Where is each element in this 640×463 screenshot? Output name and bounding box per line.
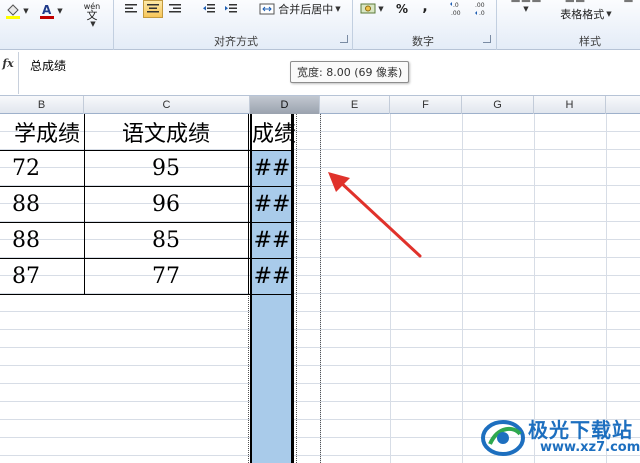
watermark: 极光下载站 www.xz7.com <box>480 408 640 463</box>
chevron-down-icon: ▼ <box>335 5 341 13</box>
gridline <box>390 114 391 463</box>
increase-decimal-icon: .0.00 <box>450 2 461 17</box>
ribbon: ▼ A ▼ wén 文 ▼ 合并后居中 ▼ 对齐方式 ▼ % , .0 .00 … <box>0 0 640 50</box>
column-header-g[interactable]: G <box>462 96 534 114</box>
percent-button[interactable]: % <box>393 0 411 18</box>
phonetic-button[interactable]: wén 文 <box>78 0 106 22</box>
svg-text:.00: .00 <box>451 10 461 17</box>
chevron-down-icon: ▼ <box>523 5 529 13</box>
cell-b5[interactable]: 87 <box>0 259 40 294</box>
cell-b3[interactable]: 88 <box>0 187 40 222</box>
header-cell-c[interactable]: 语文成绩 <box>84 114 248 150</box>
font-color-button[interactable]: A ▼ <box>36 2 66 20</box>
table-format-label: 表格格式 <box>560 8 605 21</box>
copy-marquee <box>320 114 321 463</box>
paint-bucket-icon <box>6 4 21 19</box>
alignment-dialog-launcher[interactable] <box>340 35 348 43</box>
group-separator <box>352 0 353 50</box>
group-separator <box>496 0 497 50</box>
copy-marquee <box>296 114 297 463</box>
column-header-b[interactable]: B <box>0 96 84 114</box>
column-header-c[interactable]: C <box>84 96 250 114</box>
merge-cells-icon <box>259 3 275 15</box>
font-color-icon: A <box>40 3 55 19</box>
number-dialog-launcher[interactable] <box>483 35 491 43</box>
merge-center-label: 合并后居中 <box>278 3 334 16</box>
align-center-icon <box>147 4 159 13</box>
chevron-down-icon: ▼ <box>57 7 63 15</box>
conditional-format-dropdown[interactable]: ▼ <box>519 4 531 14</box>
align-center-button[interactable] <box>143 0 163 18</box>
decrease-indent-button[interactable] <box>200 0 218 18</box>
increase-indent-icon <box>225 4 237 13</box>
group-separator <box>113 0 114 50</box>
header-cell-b[interactable]: 学成绩 <box>0 114 80 150</box>
number-group-label: 数字 <box>412 35 434 48</box>
phonetic-char: 文 <box>86 9 98 22</box>
currency-icon <box>360 3 376 14</box>
cell-d2[interactable]: ## <box>252 151 292 185</box>
align-left-button[interactable] <box>122 0 140 18</box>
table-format-button[interactable]: 表格格式 ▼ <box>551 6 621 22</box>
chevron-down-icon: ▼ <box>606 10 612 18</box>
table-border <box>248 114 249 294</box>
watermark-url: www.xz7.com <box>540 440 640 455</box>
svg-text:A: A <box>42 3 52 17</box>
accounting-format-button[interactable]: ▼ <box>360 0 384 18</box>
watermark-text: 极光下载站 <box>528 418 633 442</box>
cell-d3[interactable]: ## <box>252 187 292 221</box>
table-border <box>0 294 294 295</box>
column-header-d[interactable]: D <box>250 96 320 114</box>
cell-c5[interactable]: 77 <box>84 259 248 294</box>
merge-center-button[interactable]: 合并后居中 ▼ <box>252 0 348 18</box>
watermark-logo-icon <box>481 420 525 456</box>
svg-text:.00: .00 <box>475 2 485 9</box>
cell-styles-button[interactable]: ▬ <box>617 0 640 6</box>
column-headers: B C D E F G H <box>0 96 640 114</box>
align-left-icon <box>125 4 137 13</box>
decrease-indent-icon <box>203 4 215 13</box>
cell-d4[interactable]: ## <box>252 223 292 257</box>
phonetic-dropdown[interactable]: ▼ <box>86 20 98 28</box>
cell-d5[interactable]: ## <box>252 259 292 293</box>
formula-input[interactable]: 总成绩 <box>30 57 66 74</box>
increase-indent-button[interactable] <box>222 0 240 18</box>
cell-c2[interactable]: 95 <box>84 151 248 186</box>
gridline <box>462 114 463 463</box>
increase-decimal-button[interactable]: .0.00 <box>448 0 468 18</box>
chevron-down-icon: ▼ <box>90 20 96 28</box>
decrease-decimal-icon: .00.0 <box>475 2 485 17</box>
svg-text:.0: .0 <box>453 2 459 9</box>
column-header-h[interactable]: H <box>534 96 606 114</box>
formula-divider <box>18 52 19 94</box>
comma-button[interactable]: , <box>418 0 432 16</box>
function-icon[interactable]: fx <box>0 54 16 72</box>
align-right-icon <box>169 4 181 13</box>
cell-b4[interactable]: 88 <box>0 223 40 258</box>
cell-c3[interactable]: 96 <box>84 187 248 222</box>
column-header-e[interactable]: E <box>320 96 390 114</box>
chevron-down-icon: ▼ <box>23 7 29 15</box>
cell-c4[interactable]: 85 <box>84 223 248 258</box>
column-header-next[interactable] <box>606 96 640 114</box>
cell-b2[interactable]: 72 <box>0 151 40 186</box>
align-right-button[interactable] <box>166 0 184 18</box>
styles-group-label: 样式 <box>579 35 601 48</box>
formula-bar: fx 总成绩 宽度: 8.00 (69 像素) <box>0 50 640 96</box>
header-cell-d[interactable]: 成绩 <box>252 114 320 150</box>
chevron-down-icon: ▼ <box>378 5 384 13</box>
column-header-f[interactable]: F <box>390 96 462 114</box>
fill-color-button[interactable]: ▼ <box>2 2 32 20</box>
alignment-group-label: 对齐方式 <box>214 35 258 48</box>
svg-text:.0: .0 <box>479 10 485 17</box>
column-width-tooltip: 宽度: 8.00 (69 像素) <box>290 61 410 83</box>
decrease-decimal-button[interactable]: .00.0 <box>472 0 492 18</box>
